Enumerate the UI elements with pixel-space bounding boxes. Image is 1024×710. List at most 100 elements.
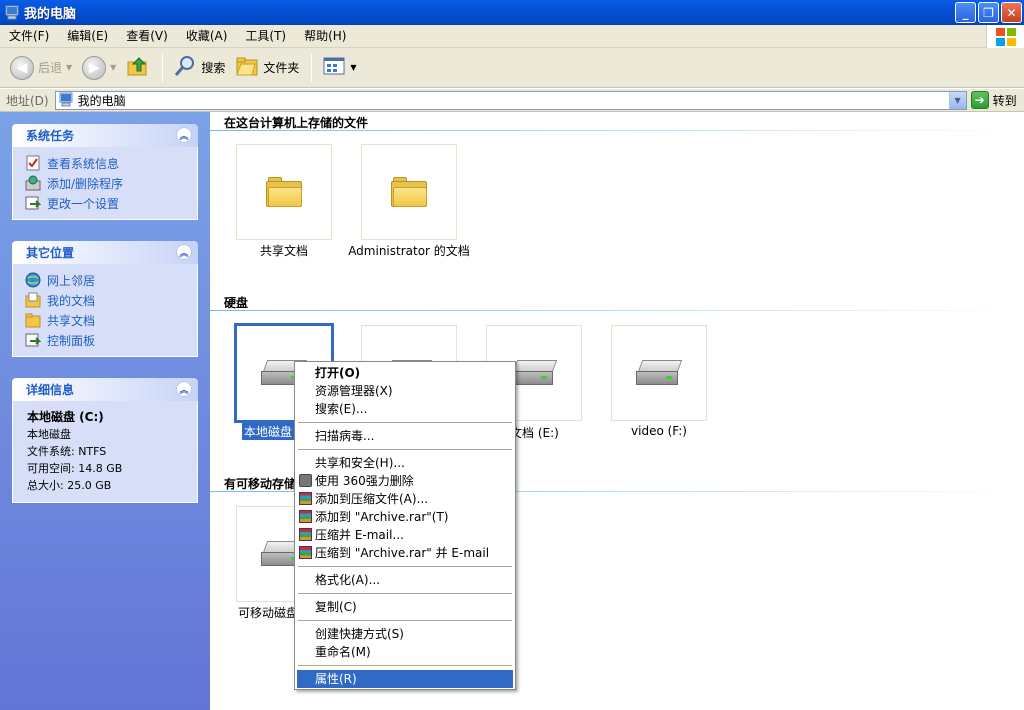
minimize-button[interactable]: _ xyxy=(955,2,976,23)
collapse-chevron-icon[interactable]: ︽ xyxy=(176,127,192,143)
menu-sharing-security[interactable]: 共享和安全(H)... xyxy=(297,454,513,472)
system-tasks-header[interactable]: 系统任务 ︽ xyxy=(12,124,198,147)
menu-properties[interactable]: 属性(R) xyxy=(297,670,513,688)
back-button[interactable]: ◀ 后退 ▼ xyxy=(6,52,76,84)
menu-favorites[interactable]: 收藏(A) xyxy=(177,26,237,46)
hard-drive-icon xyxy=(636,360,683,386)
collapse-chevron-icon[interactable]: ︽ xyxy=(176,244,192,260)
other-places-header[interactable]: 其它位置 ︽ xyxy=(12,241,198,264)
link-label: 添加/删除程序 xyxy=(47,176,124,191)
back-arrow-icon: ◀ xyxy=(10,55,34,80)
back-label: 后退 xyxy=(38,61,63,75)
menu-360-delete[interactable]: 使用 360强力删除 xyxy=(297,472,513,490)
forward-dropdown-icon[interactable]: ▼ xyxy=(110,63,116,72)
close-button[interactable]: ✕ xyxy=(1001,2,1022,23)
other-places-title: 其它位置 xyxy=(26,246,75,260)
menu-compress-rar-email[interactable]: 压缩到 "Archive.rar" 并 E-mail xyxy=(297,544,513,562)
address-value: 我的电脑 xyxy=(77,93,126,108)
back-dropdown-icon[interactable]: ▼ xyxy=(66,63,72,72)
menu-separator xyxy=(298,665,512,666)
folder-icon xyxy=(266,177,302,207)
menu-create-shortcut[interactable]: 创建快捷方式(S) xyxy=(297,625,513,643)
control-panel-icon xyxy=(25,195,42,211)
views-dropdown-icon[interactable]: ▼ xyxy=(350,63,356,72)
menu-rename[interactable]: 重命名(M) xyxy=(297,643,513,661)
details-free-space: 可用空间: 14.8 GB xyxy=(27,462,123,475)
documents-disk-e-label: 文档 (E:) xyxy=(510,426,559,440)
details-title: 详细信息 xyxy=(26,383,75,397)
winrar-icon xyxy=(299,510,312,523)
network-globe-icon xyxy=(25,272,41,288)
up-folder-icon xyxy=(126,54,150,81)
removable-section-title: 有可移动存储 xyxy=(224,477,297,491)
link-label: 控制面板 xyxy=(47,333,96,348)
menu-help[interactable]: 帮助(H) xyxy=(295,26,355,46)
video-disk-f[interactable] xyxy=(611,325,707,421)
video-disk-f-label: video (F:) xyxy=(631,424,687,438)
link-label: 查看系统信息 xyxy=(47,156,120,171)
menu-format[interactable]: 格式化(A)... xyxy=(297,571,513,589)
details-type: 本地磁盘 xyxy=(27,428,71,441)
search-label: 搜索 xyxy=(201,61,226,75)
details-header[interactable]: 详细信息 ︽ xyxy=(12,378,198,401)
my-documents-link[interactable]: 我的文档 xyxy=(25,290,197,310)
network-places-link[interactable]: 网上邻居 xyxy=(25,270,197,290)
up-folder-button[interactable] xyxy=(122,52,154,84)
other-places-panel: 其它位置 ︽ 网上邻居 我的文档 共享文档 控制面板 xyxy=(12,241,198,357)
restore-button[interactable]: ❐ xyxy=(978,2,999,23)
menu-edit[interactable]: 编辑(E) xyxy=(58,26,117,46)
administrator-documents-folder[interactable] xyxy=(361,144,457,240)
other-places-body: 网上邻居 我的文档 共享文档 控制面板 xyxy=(12,264,198,357)
my-computer-icon xyxy=(58,92,74,108)
shared-documents-folder[interactable] xyxy=(236,144,332,240)
collapse-chevron-icon[interactable]: ︽ xyxy=(176,381,192,397)
context-menu: 打开(O) 资源管理器(X) 搜索(E)... 扫描病毒... 共享和安全(H)… xyxy=(294,361,516,690)
toolbar: ◀ 后退 ▼ ▶ ▼ 搜索 文件夹 ▼ xyxy=(0,48,1024,88)
details-panel: 详细信息 ︽ 本地磁盘 (C:) 本地磁盘 文件系统: NTFS 可用空间: 1… xyxy=(12,378,198,503)
menu-compress-email[interactable]: 压缩并 E-mail... xyxy=(297,526,513,544)
add-remove-programs-icon xyxy=(25,175,41,191)
system-info-icon xyxy=(25,155,41,171)
shared-documents-label: 共享文档 xyxy=(259,244,308,258)
my-documents-icon xyxy=(25,292,41,308)
winrar-icon xyxy=(299,492,312,505)
forward-button[interactable]: ▶ ▼ xyxy=(78,52,120,84)
search-button[interactable]: 搜索 xyxy=(169,52,229,84)
folders-button[interactable]: 文件夹 xyxy=(231,52,303,84)
menu-scan-virus[interactable]: 扫描病毒... xyxy=(297,427,513,445)
menu-file[interactable]: 文件(F) xyxy=(0,26,58,46)
window-title: 我的电脑 xyxy=(24,7,77,22)
menu-view[interactable]: 查看(V) xyxy=(117,26,177,46)
link-label: 网上邻居 xyxy=(47,273,96,288)
task-pane: 系统任务 ︽ 查看系统信息 添加/删除程序 更改一个设置 其它位置 ︽ 网上邻居… xyxy=(0,112,210,710)
menu-open[interactable]: 打开(O) xyxy=(297,364,513,382)
add-remove-programs-link[interactable]: 添加/删除程序 xyxy=(25,173,197,193)
address-dropdown-icon[interactable]: ▼ xyxy=(948,91,966,109)
menu-bar: 文件(F) 编辑(E) 查看(V) 收藏(A) 工具(T) 帮助(H) xyxy=(0,25,1024,48)
menu-tools[interactable]: 工具(T) xyxy=(236,26,295,46)
menu-copy[interactable]: 复制(C) xyxy=(297,598,513,616)
views-button[interactable]: ▼ xyxy=(318,52,360,84)
view-system-info-link[interactable]: 查看系统信息 xyxy=(25,153,197,173)
shared-documents-link[interactable]: 共享文档 xyxy=(25,310,197,330)
views-icon xyxy=(322,54,346,81)
control-panel-icon xyxy=(25,332,42,348)
menu-add-to-archive-rar[interactable]: 添加到 "Archive.rar"(T) xyxy=(297,508,513,526)
link-label: 我的文档 xyxy=(47,293,96,308)
menu-360-delete-label: 使用 360强力删除 xyxy=(315,474,414,488)
menu-search[interactable]: 搜索(E)... xyxy=(297,400,513,418)
change-setting-link[interactable]: 更改一个设置 xyxy=(25,193,197,213)
go-button[interactable]: ➔ 转到 xyxy=(970,91,1017,109)
toolbar-separator xyxy=(162,53,164,82)
menu-add-to-archive-rar-label: 添加到 "Archive.rar"(T) xyxy=(315,510,449,524)
system-tasks-panel: 系统任务 ︽ 查看系统信息 添加/删除程序 更改一个设置 xyxy=(12,124,198,220)
details-name: 本地磁盘 (C:) xyxy=(27,410,104,424)
menu-separator xyxy=(298,449,512,450)
folder-icon xyxy=(391,177,427,207)
address-input[interactable]: 我的电脑 ▼ xyxy=(54,90,967,110)
control-panel-link[interactable]: 控制面板 xyxy=(25,330,197,350)
menu-explorer[interactable]: 资源管理器(X) xyxy=(297,382,513,400)
menu-separator xyxy=(298,620,512,621)
administrator-documents-label: Administrator 的文档 xyxy=(348,244,470,258)
menu-add-to-archive[interactable]: 添加到压缩文件(A)... xyxy=(297,490,513,508)
